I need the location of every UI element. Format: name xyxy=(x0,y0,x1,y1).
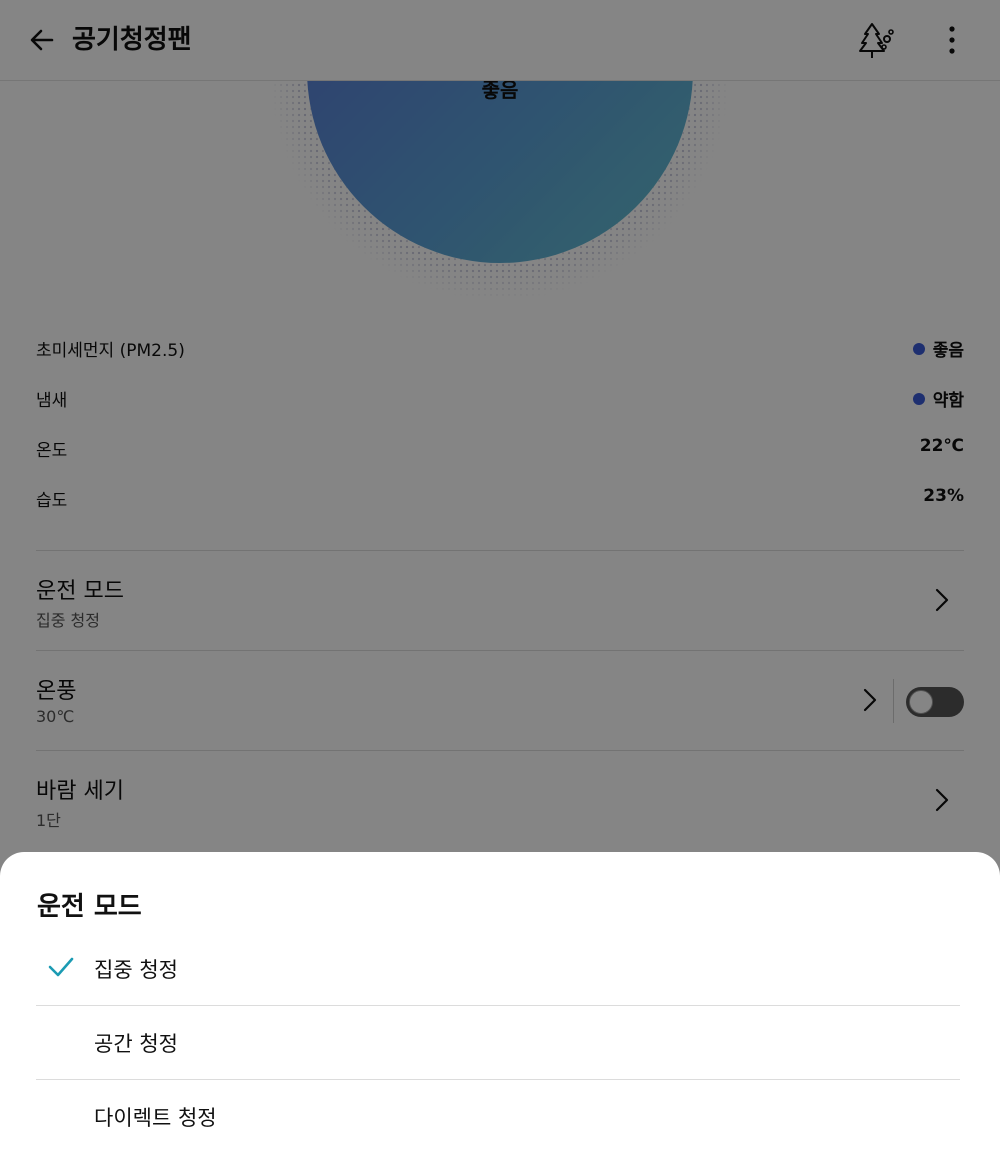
option-direct-cleaning[interactable]: 다이렉트 청정 xyxy=(36,1080,960,1153)
option-focused-cleaning[interactable]: 집중 청정 xyxy=(36,932,960,1006)
option-label: 다이렉트 청정 xyxy=(94,1106,217,1130)
operation-mode-sheet: 운전 모드 집중 청정 공간 청정 다이렉트 청정 xyxy=(0,852,1000,1172)
option-label: 공간 청정 xyxy=(94,1032,178,1056)
app-screen: 공기청정팬 좋음 초미세먼지 (PM2.5) 좋음 냄새 약함 온도 22℃ 습… xyxy=(0,0,1000,1172)
check-icon xyxy=(48,957,74,977)
sheet-title: 운전 모드 xyxy=(37,892,142,922)
option-space-cleaning[interactable]: 공간 청정 xyxy=(36,1006,960,1080)
option-label: 집중 청정 xyxy=(94,958,178,982)
